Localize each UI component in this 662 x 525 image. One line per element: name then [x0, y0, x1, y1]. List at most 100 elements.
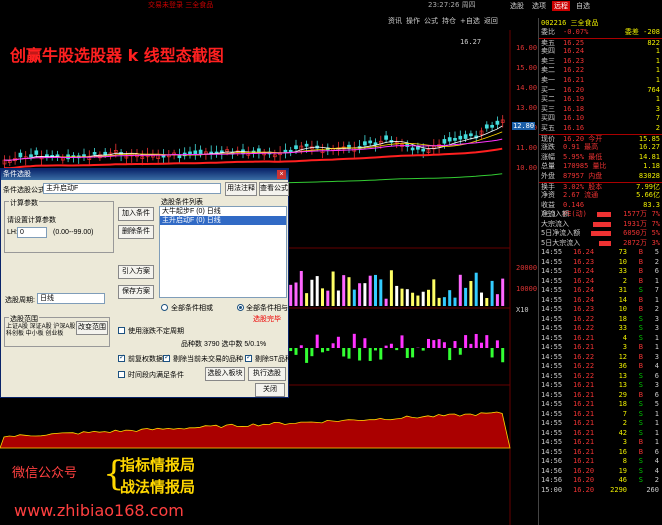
add-condition-button[interactable]: 加入条件	[118, 207, 154, 221]
inflow-bar	[589, 220, 611, 230]
volume-bar	[299, 270, 303, 306]
candle-body	[294, 145, 298, 150]
stock-screener-dialog[interactable]: 条件选股 × 条件选股公式 主升启动F 用法注释 查看公式 计算参数 请设置计算…	[0, 168, 292, 398]
trade-vol: 42	[618, 428, 627, 437]
import-scheme-button[interactable]: 引入方案	[118, 265, 154, 279]
trade-ticks[interactable]: 14:55 16.24 73 B 5 14:55 16.23 10 B 2 14:55 16.24 33…	[539, 248, 662, 495]
macd-bar	[480, 342, 483, 348]
quote-label: 买三	[541, 104, 555, 113]
trade-bs: B	[638, 248, 643, 257]
trade-tm: 14:55	[541, 362, 563, 371]
close-button[interactable]: 关闭	[255, 383, 285, 397]
period-select[interactable]: 日线	[37, 293, 105, 304]
watermark-url: www.zhibiao168.com	[14, 501, 184, 520]
use-period-checkbox[interactable]	[118, 327, 125, 334]
usage-notes-button[interactable]: 用法注释	[225, 182, 257, 196]
param-lh-input[interactable]: 0	[17, 227, 47, 238]
volume-bar	[379, 279, 383, 306]
quote-row: 涨幅 5.95% 最低 14.81	[539, 153, 662, 163]
quote-v1: 5.95% 最低	[563, 152, 603, 161]
forward-adjust-checkbox[interactable]	[118, 353, 125, 362]
toolbar-item-0[interactable]: 资讯	[388, 16, 402, 26]
quote-v1: 3.02% 股本	[563, 182, 603, 191]
quote-label: 买二	[541, 95, 555, 104]
exclude-untraded-checkbox[interactable]	[163, 353, 170, 362]
quote-row: 买一 16.20 764	[539, 86, 662, 96]
toolbar-item-2[interactable]: 公式	[424, 16, 438, 26]
radio-or[interactable]	[161, 304, 168, 311]
trade-pr: 16.21	[573, 333, 595, 342]
candle-body	[188, 151, 192, 155]
run-screen-button[interactable]: 执行选股	[248, 367, 286, 381]
watermark-line2: 战法情报局	[120, 478, 196, 496]
condition-list[interactable]: 大牛起步F (0) 日线 主升启动F (0) 日线	[159, 206, 287, 298]
quote-v1: 16.16	[563, 123, 585, 132]
trade-cnt: 3	[654, 314, 659, 323]
exclude-st-label: 剔除ST品种	[255, 356, 292, 363]
dialog-titlebar[interactable]: 条件选股	[1, 169, 288, 180]
trade-cnt: 6	[654, 447, 659, 456]
exclude-st-checkbox[interactable]	[245, 353, 252, 362]
inflow-bar	[589, 210, 611, 220]
volume-bar	[442, 297, 446, 306]
save-scheme-button[interactable]: 保存方案	[118, 285, 154, 299]
inflow-bar-fill	[599, 240, 611, 246]
trade-pr: 16.20	[573, 485, 595, 494]
quote-v2: 3	[655, 104, 660, 113]
trade-row: 14:55 16.22 18 S 3	[539, 315, 662, 325]
time-range-checkbox[interactable]	[118, 371, 125, 378]
trade-pr: 16.21	[573, 400, 595, 409]
trade-cnt: 1	[654, 419, 659, 428]
candle-body	[304, 143, 309, 147]
trade-vol: 12	[618, 352, 627, 361]
trade-cnt: 3	[654, 352, 659, 361]
volume-bar	[294, 282, 298, 306]
macd-bar	[384, 345, 388, 348]
tab-1[interactable]: 选项	[530, 1, 548, 11]
candle-body	[177, 155, 182, 159]
macd-bar	[432, 340, 436, 348]
trade-tm: 14:55	[541, 324, 563, 333]
tab-2[interactable]: 远程	[552, 1, 570, 11]
toolbar-item-4[interactable]: +自选	[460, 16, 480, 26]
quote-v1: 16.22	[563, 66, 585, 75]
condition-item[interactable]: 大牛起步F (0) 日线	[160, 207, 286, 216]
formula-select[interactable]: 主升启动F	[43, 183, 221, 194]
select-to-block-button[interactable]: 选股入板块	[205, 367, 245, 381]
candle-body	[442, 139, 447, 144]
exclude-untraded-label: 剔除当前未交易的品种	[173, 356, 243, 363]
volume-bar	[411, 292, 415, 306]
trade-row: 14:55 16.21 3 B 1	[539, 343, 662, 353]
toolbar-item-1[interactable]: 操作	[406, 16, 420, 26]
volume-bar	[490, 280, 494, 306]
macd-bar	[469, 343, 473, 348]
quote-row: 净资 2.67 流通 5.66亿	[539, 191, 662, 201]
area-indicator	[0, 411, 511, 449]
trade-bs: B	[638, 257, 643, 266]
toolbar-item-3[interactable]: 持仓	[442, 16, 456, 26]
volume-bar	[458, 274, 462, 306]
quote-v2: 7.99亿	[636, 182, 660, 191]
volume-bar	[464, 287, 468, 306]
macd-bar	[358, 348, 362, 361]
volume-tick-high: 20000	[516, 264, 538, 272]
trade-tm: 14:55	[541, 248, 563, 257]
view-formula-button[interactable]: 查看公式	[259, 182, 289, 196]
trade-bs: S	[638, 371, 643, 380]
delete-condition-button[interactable]: 删除条件	[118, 225, 154, 239]
candle-body	[283, 149, 288, 153]
tab-3[interactable]: 自选	[574, 1, 592, 11]
change-range-button[interactable]: 改变范围	[76, 321, 108, 335]
quote-row: 买三 16.18 3	[539, 105, 662, 115]
radio-and[interactable]	[237, 304, 244, 311]
toolbar-item-5[interactable]: 返回	[484, 16, 498, 26]
macd-bar	[490, 348, 494, 358]
quote-row: 卖三 16.23 1	[539, 57, 662, 67]
trade-cnt: 1	[654, 343, 659, 352]
trade-bs: B	[638, 305, 643, 314]
condition-item-selected[interactable]: 主升启动F (0) 日线	[160, 216, 286, 225]
inflow-row: 大宗流入 1931万 7%	[539, 220, 662, 230]
tab-0[interactable]: 选股	[508, 1, 526, 11]
dialog-close-icon[interactable]: ×	[277, 170, 286, 179]
trade-pr: 16.22	[573, 352, 595, 361]
